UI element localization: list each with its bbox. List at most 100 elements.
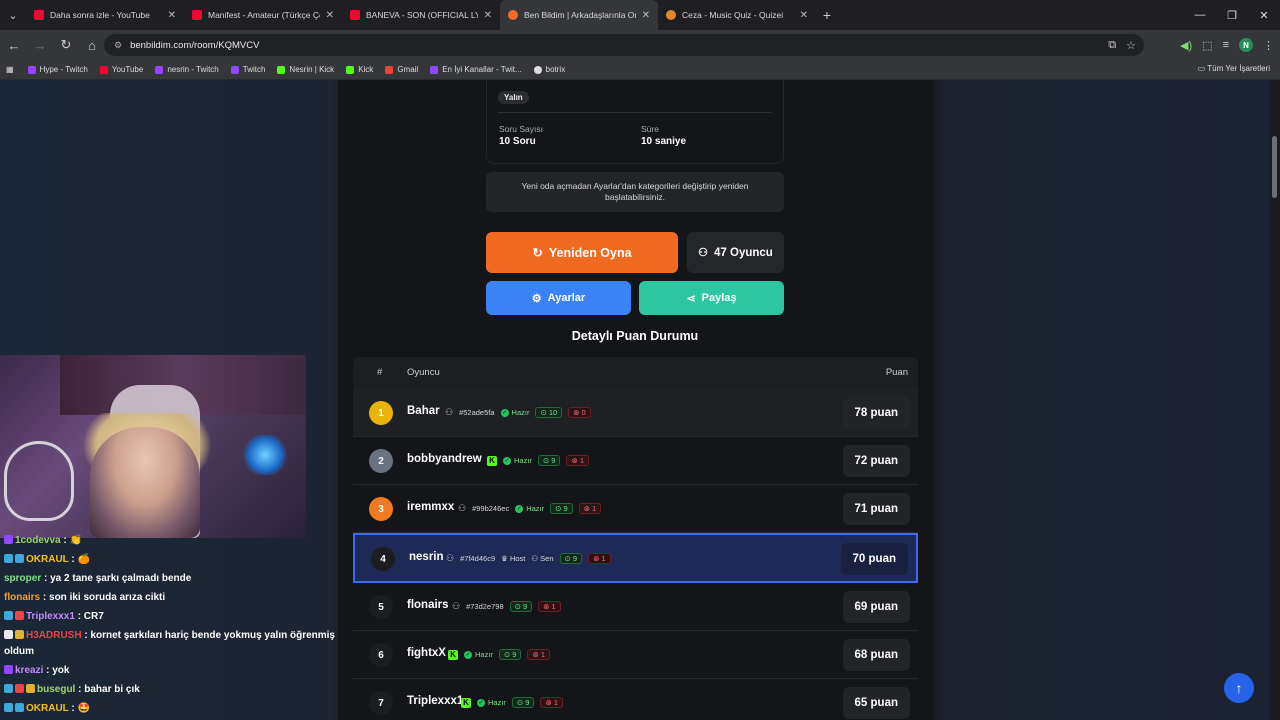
divider (498, 112, 772, 113)
chat-message: Triplexxx1 : CR7 (4, 611, 104, 623)
table-row[interactable]: 5 flonairs ⚇ #73d2e798 ⊙ 9 ⊗ 1 69 puan (353, 583, 918, 631)
close-icon[interactable]: ✕ (484, 10, 492, 21)
twitch-icon (430, 65, 439, 74)
twitch-badge-icon (4, 535, 13, 544)
back-icon[interactable]: ← (2, 33, 26, 57)
correct-count: ⊙ 9 (559, 553, 583, 564)
chat-username: 1codevva (15, 535, 61, 546)
tab-search-icon[interactable]: ⌄ (0, 0, 26, 30)
media-icon[interactable]: ≡ (1223, 39, 1229, 51)
speaker-icon[interactable]: ◀) (1180, 39, 1192, 52)
table-row[interactable]: 6 fightxX K ✓ Hazır ⊙ 9 ⊗ 1 68 puan (353, 631, 918, 679)
new-tab-button[interactable]: + (816, 7, 838, 23)
gift-badge-icon (15, 684, 24, 693)
all-bookmarks-folder[interactable]: ▭ Tüm Yer İşaretleri (1198, 64, 1270, 73)
bookmark-nesrin-twitch[interactable]: nesrin - Twitch (155, 65, 219, 74)
reload-icon[interactable]: ↻ (54, 33, 78, 57)
header-rank: # (377, 367, 383, 378)
table-row[interactable]: 7 Triplexxx1 K ✓ Hazır ⊙ 9 ⊗ 1 65 puan (353, 679, 918, 720)
maximize-icon[interactable]: ❐ (1216, 0, 1248, 30)
scrollbar-thumb[interactable] (1272, 136, 1277, 198)
minimize-icon[interactable]: — (1184, 0, 1216, 30)
profile-avatar[interactable]: N (1239, 38, 1253, 52)
tab-3-active[interactable]: Ben Bildim | Arkadaşlarınla Onli ✕ (500, 0, 658, 30)
close-window-icon[interactable]: ✕ (1248, 0, 1280, 30)
correct-count: ⊙ 9 (511, 697, 535, 708)
score-value: 65 puan (842, 687, 910, 719)
bookmark-en-iyi-kanallar[interactable]: En İyi Kanallar - Twit... (430, 65, 522, 74)
rank-badge: 7 (369, 691, 393, 715)
chat-message: 1codevva : 👏 (4, 535, 82, 547)
check-icon: ✓ (464, 650, 472, 659)
player-id: #52ade5fa (459, 408, 495, 417)
twitch-icon (27, 65, 36, 74)
tab-title: Ceza - Music Quiz - Quizei (682, 10, 784, 20)
home-icon[interactable]: ⌂ (80, 33, 104, 57)
url-field[interactable]: ⚙ benbildim.com/room/KQMVCV ⧉ ☆ (104, 34, 1144, 56)
score-value: 69 puan (842, 591, 910, 623)
chat-username: flonairs (4, 592, 41, 603)
bookmark-gmail[interactable]: Gmail (385, 65, 418, 74)
wrong-count: ⊗ 1 (527, 649, 551, 660)
sub-badge-icon (15, 554, 24, 563)
restart-notice: Yeni oda açmadan Ayarlar'dan kategoriler… (486, 172, 784, 212)
youtube-icon (350, 10, 360, 20)
table-header: # Oyuncu Puan (353, 357, 918, 389)
duration-value: 10 saniye (641, 136, 687, 147)
replay-button[interactable]: ↻ Yeniden Oyna (486, 232, 678, 273)
chat-text: oldum (4, 646, 34, 657)
table-row[interactable]: 3 iremmxx ⚇ #99b246ec ✓ Hazır ⊙ 9 ⊗ 1 71 … (353, 485, 918, 533)
tab-0[interactable]: Daha sonra izle - YouTube ✕ (26, 0, 184, 30)
url-text: benbildim.com/room/KQMVCV (130, 39, 260, 51)
bookmark-botrix[interactable]: botrix (533, 65, 565, 74)
scroll-to-top-button[interactable]: ↑ (1224, 673, 1254, 703)
bookmark-youtube[interactable]: YouTube (99, 65, 143, 74)
table-row[interactable]: 2 bobbyandrew K ✓ Hazır ⊙ 9 ⊗ 1 72 puan (353, 437, 918, 485)
bookmark-twitch[interactable]: Twitch (230, 65, 265, 74)
tab-1[interactable]: Manifest - Amateur (Türkçe Çev ✕ (184, 0, 342, 30)
sub-badge-icon (4, 611, 13, 620)
bookmark-star-icon[interactable]: ☆ (1126, 39, 1136, 52)
close-icon[interactable]: ✕ (168, 10, 176, 21)
close-icon[interactable]: ✕ (642, 10, 650, 21)
share-button[interactable]: ⋖ Paylaş (639, 281, 784, 315)
window-controls: — ❐ ✕ (1184, 0, 1280, 30)
close-icon[interactable]: ✕ (326, 10, 334, 21)
player-name: flonairs (407, 599, 449, 611)
chat-message: sproper : ya 2 tane şarkı çalmadı bende (4, 573, 191, 585)
menu-icon[interactable]: ⋮ (1263, 39, 1274, 52)
table-row[interactable]: 1 Bahar ⚇ #52ade5fa ✓ Hazır ⊙ 10 ⊗ 0 78 p… (353, 389, 918, 437)
forward-icon[interactable]: → (28, 33, 52, 57)
player-meta: ⚇ #7f4d46c9 ♛ Host ⚇ Sen ⊙ 9 ⊗ 1 (446, 553, 611, 564)
bookmark-hype-twitch[interactable]: Hype - Twitch (27, 65, 88, 74)
twitch-icon (155, 65, 164, 74)
close-icon[interactable]: ✕ (800, 10, 808, 21)
player-name: Bahar (407, 405, 440, 417)
bookmark-nesrin-kick[interactable]: Nesrin | Kick (277, 65, 334, 74)
score-value: 70 puan (840, 543, 908, 575)
gear-icon: ⚙ (531, 292, 542, 305)
tab-4[interactable]: Ceza - Music Quiz - Quizei ✕ (658, 0, 816, 30)
youtube-icon (99, 65, 108, 74)
player-meta: ⚇ #52ade5fa ✓ Hazır ⊙ 10 ⊗ 0 (445, 407, 591, 418)
player-meta: K ✓ Hazır ⊙ 9 ⊗ 1 (487, 455, 590, 466)
chat-username: OKRAUL (26, 703, 69, 714)
tab-title: Daha sonra izle - YouTube (50, 10, 150, 20)
bookmark-kick[interactable]: Kick (346, 65, 373, 74)
tab-2[interactable]: BANEVA - SON (OFFICIAL LYRI ✕ (342, 0, 500, 30)
extensions-icon[interactable]: ⬚ (1202, 39, 1212, 52)
table-row-current-user[interactable]: 4 nesrin ⚇ #7f4d46c9 ♛ Host ⚇ Sen ⊙ 9 ⊗ … (353, 533, 918, 583)
gmail-icon (385, 65, 394, 74)
site-info-icon[interactable]: ⚙ (114, 40, 122, 51)
ready-status: ✓ Hazır (464, 650, 493, 659)
settings-button[interactable]: ⚙ Ayarlar (486, 281, 631, 315)
player-name: Triplexxx1 (407, 695, 464, 707)
cast-icon[interactable]: ⧉ (1108, 39, 1116, 52)
score-value: 71 puan (842, 493, 910, 525)
players-count-button[interactable]: ⚇ 47 Oyuncu (687, 232, 784, 273)
player-name: bobbyandrew (407, 453, 482, 465)
chat-text: : kornet şarkıları hariç bende yokmuş ya… (84, 630, 335, 641)
check-icon: ✓ (515, 504, 524, 513)
twitch-icon (230, 65, 239, 74)
apps-icon[interactable]: ▦ (6, 65, 14, 74)
